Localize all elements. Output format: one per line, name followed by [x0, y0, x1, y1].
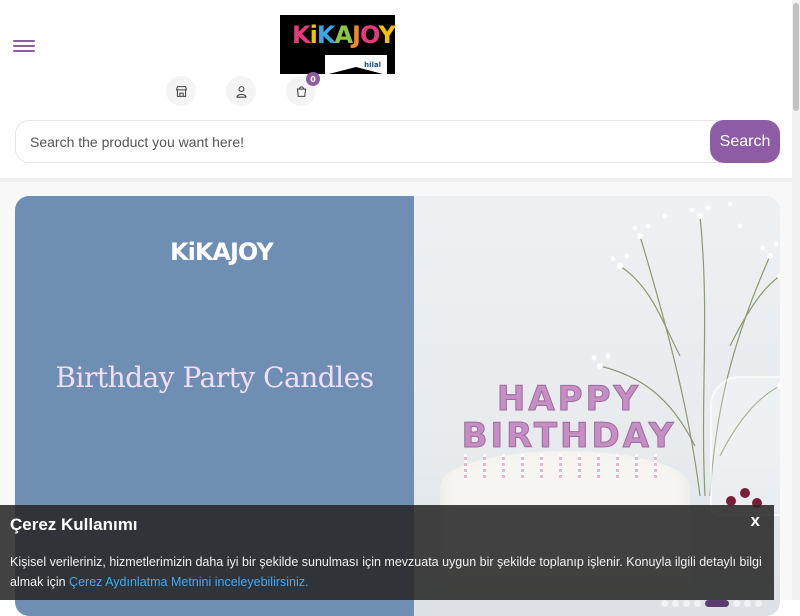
site-logo[interactable]: KiKAJOY hilal — [280, 15, 396, 75]
site-header: KiKAJOY hilal 0 Search — [0, 0, 800, 182]
slider-dot[interactable] — [683, 600, 690, 607]
slider-dot[interactable] — [672, 600, 679, 607]
cookie-text: Kişisel verileriniz, hizmetlerimizin dah… — [10, 552, 766, 592]
cookie-policy-link[interactable]: Çerez Aydınlatma Metnini inceleyebilirsi… — [69, 575, 308, 589]
page-scrollbar[interactable] — [792, 0, 800, 600]
slider-dot[interactable] — [694, 600, 701, 607]
cart-count-badge: 0 — [306, 72, 320, 86]
candle-sticks — [456, 454, 686, 484]
user-icon — [236, 85, 246, 98]
cart-icon — [296, 85, 306, 97]
slider-dot[interactable] — [661, 600, 668, 607]
search-button[interactable]: Search — [710, 120, 780, 163]
account-button[interactable] — [226, 76, 256, 106]
cart-button[interactable]: 0 — [286, 72, 320, 106]
slider-dot-active[interactable] — [705, 600, 729, 607]
slider-dots — [661, 600, 762, 607]
logo-sub-text: hilal — [364, 61, 381, 69]
search-bar: Search — [15, 120, 780, 163]
logo-wordmark: KiKAJOY — [292, 21, 396, 49]
banner-logo: KiKAJOY — [170, 238, 274, 266]
slider-dot[interactable] — [744, 600, 751, 607]
slider-dot[interactable] — [755, 600, 762, 607]
store-icon — [175, 85, 187, 97]
slider-dot[interactable] — [733, 600, 740, 607]
cookie-consent-banner: Çerez Kullanımı x Kişisel verileriniz, h… — [0, 505, 774, 600]
candle-text-birthday: BIRTHDAY — [461, 416, 677, 457]
search-input[interactable] — [30, 121, 710, 162]
store-button[interactable] — [166, 76, 196, 106]
banner-title: Birthday Party Candles — [55, 361, 374, 394]
cookie-close-button[interactable]: x — [751, 511, 760, 531]
scrollbar-thumb[interactable] — [793, 3, 799, 111]
hamburger-menu-icon[interactable] — [13, 37, 35, 55]
berry — [740, 488, 750, 498]
cookie-title: Çerez Kullanımı — [10, 515, 138, 534]
candle-text-happy: HAPPY — [496, 379, 642, 420]
